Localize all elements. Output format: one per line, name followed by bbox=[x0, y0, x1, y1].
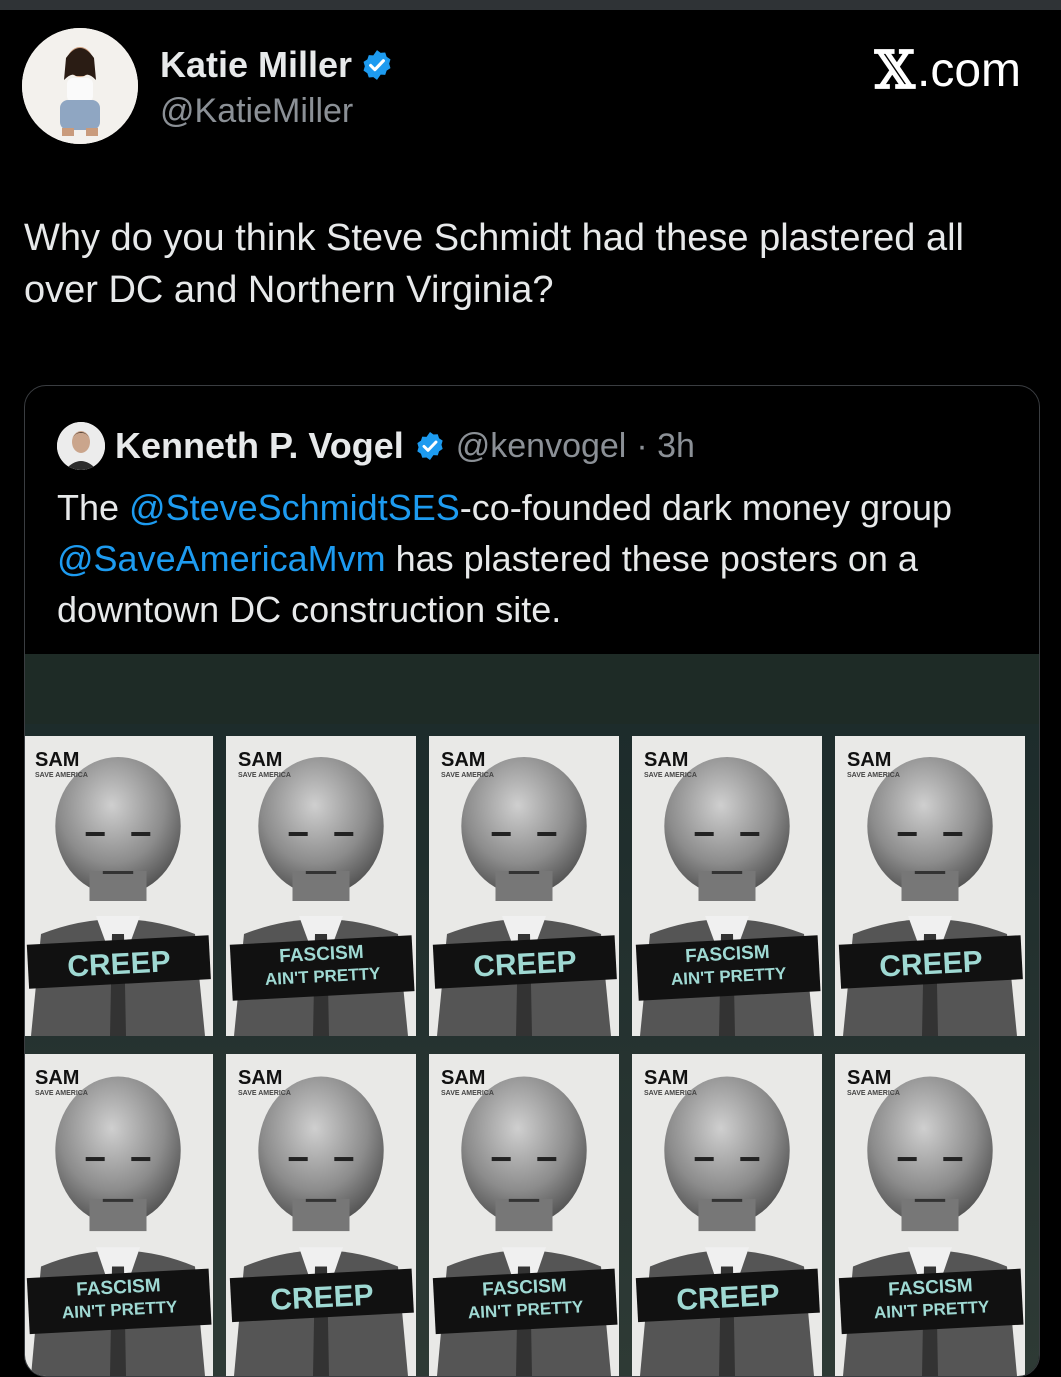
poster-label: CREEP bbox=[472, 945, 577, 983]
quoted-author-handle[interactable]: @kenvogel bbox=[456, 427, 627, 466]
poster-r1-1: SAMSAVE AMERICAFASCISMAIN'T PRETTY bbox=[226, 736, 416, 1036]
post-text: Why do you think Steve Schmidt had these… bbox=[24, 217, 964, 311]
quoted-author-avatar-image bbox=[57, 422, 105, 470]
poster-label: CREEP bbox=[675, 1279, 780, 1317]
author-name-row[interactable]: Katie Miller bbox=[160, 44, 394, 86]
poster-logo-sub: SAVE AMERICA bbox=[847, 772, 900, 779]
poster-r1-2: SAMSAVE AMERICA CREEP bbox=[429, 736, 619, 1036]
poster-r1-3: SAMSAVE AMERICAFASCISMAIN'T PRETTY bbox=[632, 736, 822, 1036]
poster-logo-sub: SAVE AMERICA bbox=[441, 1090, 494, 1097]
x-logo-icon: 𝕏 bbox=[874, 40, 915, 101]
poster-label: CREEP bbox=[878, 945, 983, 983]
poster-logo: SAM bbox=[238, 749, 282, 771]
poster-label: FASCISM bbox=[76, 1275, 161, 1300]
poster-logo-sub: SAVE AMERICA bbox=[238, 772, 291, 779]
quoted-post-header: Kenneth P. Vogel @kenvogel · 3h bbox=[57, 422, 695, 470]
poster-r1-0: SAMSAVE AMERICA CREEP bbox=[25, 736, 213, 1036]
author-name[interactable]: Katie Miller bbox=[160, 44, 352, 86]
poster-r2-4: SAMSAVE AMERICAFASCISMAIN'T PRETTY bbox=[835, 1054, 1025, 1376]
author-avatar-image bbox=[22, 28, 138, 144]
quoted-author-name[interactable]: Kenneth P. Vogel bbox=[115, 425, 404, 467]
poster-logo-sub: SAVE AMERICA bbox=[35, 772, 88, 779]
verified-badge-icon bbox=[414, 430, 446, 462]
quoted-post-text: The @SteveSchmidtSES-co-founded dark mon… bbox=[57, 482, 1007, 635]
poster-r1-4: SAMSAVE AMERICA CREEP bbox=[835, 736, 1025, 1036]
poster-label: FASCISM bbox=[888, 1275, 973, 1300]
poster-label: FASCISM bbox=[482, 1275, 567, 1300]
quoted-post-photo[interactable]: SAM SAVE AMERICA CREEP SAM SAVE AMERICA FASCI… bbox=[25, 654, 1039, 1376]
poster-r2-3: SAMSAVE AMERICA CREEP bbox=[632, 1054, 822, 1376]
poster-logo: SAM bbox=[847, 1067, 891, 1089]
poster-logo: SAM bbox=[441, 749, 485, 771]
poster-logo-sub: SAVE AMERICA bbox=[35, 1090, 88, 1097]
quoted-post-time: · 3h bbox=[636, 426, 695, 465]
poster-logo-sub: SAVE AMERICA bbox=[238, 1090, 291, 1097]
mention-link-saveamericamvm[interactable]: @SaveAmericaMvm bbox=[57, 538, 386, 579]
quoted-author-avatar[interactable] bbox=[57, 422, 105, 470]
x-com-watermark: 𝕏 .com bbox=[875, 40, 1021, 101]
poster-logo-sub: SAVE AMERICA bbox=[644, 772, 697, 779]
top-status-strip bbox=[0, 0, 1061, 10]
poster-label: CREEP bbox=[66, 945, 171, 983]
poster-logo: SAM bbox=[644, 749, 688, 771]
poster-logo-sub: SAVE AMERICA bbox=[644, 1090, 697, 1097]
poster-logo: SAM bbox=[35, 749, 79, 771]
poster-label: FASCISM bbox=[685, 942, 770, 967]
quoted-post-card[interactable]: Kenneth P. Vogel @kenvogel · 3h The @Ste… bbox=[24, 385, 1040, 1377]
quoted-text-middle: -co-founded dark money group bbox=[459, 487, 953, 528]
poster-logo-sub: SAVE AMERICA bbox=[441, 772, 494, 779]
poster-label: CREEP bbox=[269, 1279, 374, 1317]
poster-label: FASCISM bbox=[279, 942, 364, 967]
poster-r2-2: SAMSAVE AMERICAFASCISMAIN'T PRETTY bbox=[429, 1054, 619, 1376]
poster-r2-1: SAMSAVE AMERICA CREEP bbox=[226, 1054, 416, 1376]
poster-logo: SAM bbox=[644, 1067, 688, 1089]
mention-link-steveschmidtses[interactable]: @SteveSchmidtSES bbox=[129, 487, 460, 528]
poster-logo-sub: SAVE AMERICA bbox=[847, 1090, 900, 1097]
brand-suffix: .com bbox=[916, 44, 1021, 97]
poster-logo: SAM bbox=[35, 1067, 79, 1089]
poster-logo: SAM bbox=[441, 1067, 485, 1089]
posters-wall-image: SAMSAVE AMERICACREEPSAMSAVE AMERICAFASCI… bbox=[25, 654, 1039, 1376]
poster-r2-0: SAMSAVE AMERICAFASCISMAIN'T PRETTY bbox=[25, 1054, 213, 1376]
poster-logo: SAM bbox=[847, 749, 891, 771]
poster-logo: SAM bbox=[238, 1067, 282, 1089]
author-handle[interactable]: @KatieMiller bbox=[160, 92, 353, 131]
quoted-text-prefix: The bbox=[57, 487, 130, 528]
author-avatar[interactable] bbox=[22, 28, 138, 144]
verified-badge-icon bbox=[360, 48, 394, 82]
